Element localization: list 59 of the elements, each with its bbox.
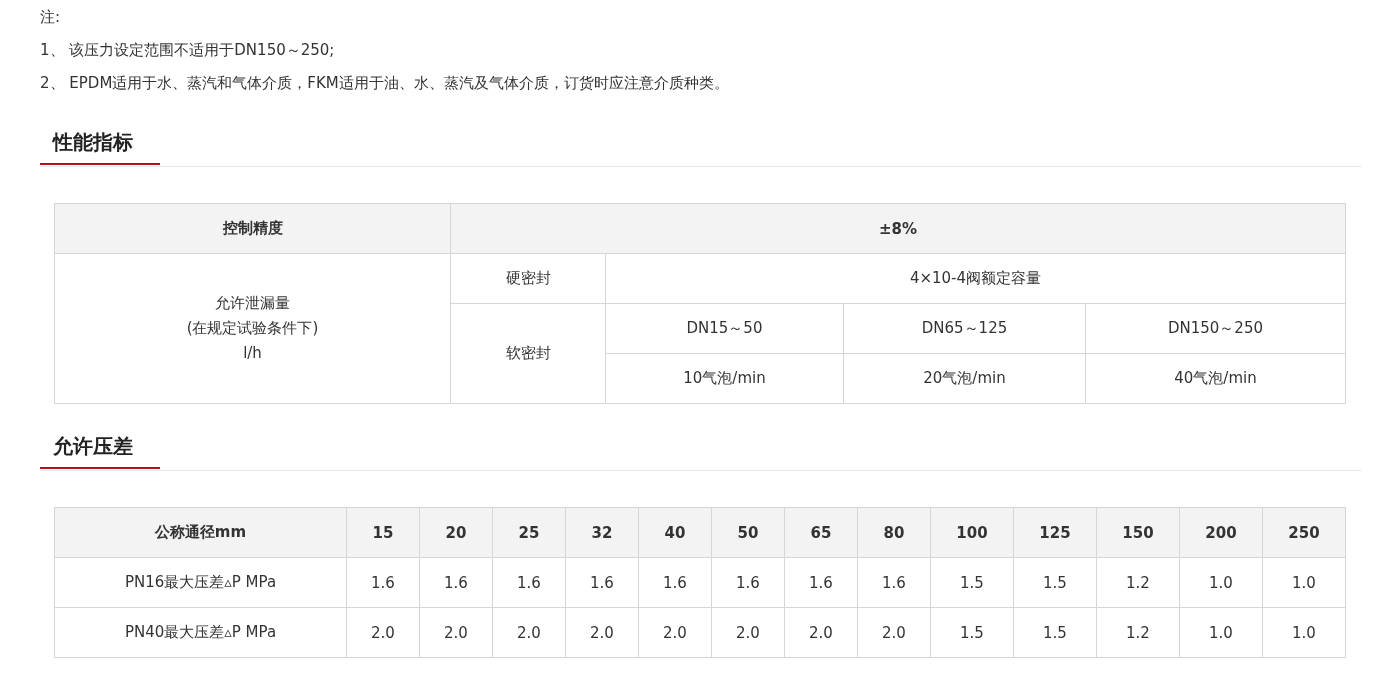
table-cell: DN65～125 <box>843 303 1086 354</box>
table-cell: 2.0 <box>419 607 493 658</box>
table-header-cell: 32 <box>565 507 639 558</box>
table-cell: 2.0 <box>711 607 785 658</box>
table-cell: 20气泡/min <box>843 353 1086 404</box>
table-header-cell: 40 <box>638 507 712 558</box>
table-header-cell: 125 <box>1013 507 1097 558</box>
section-title: 性能指标 <box>40 122 160 165</box>
table-header-cell: 80 <box>857 507 931 558</box>
table-cell: 2.0 <box>492 607 566 658</box>
table-cell: 10气泡/min <box>605 353 844 404</box>
table-cell: 2.0 <box>784 607 858 658</box>
table-cell: 硬密封 <box>450 253 606 304</box>
table-cell: 1.2 <box>1096 607 1180 658</box>
table-header-cell: ±8% <box>450 203 1346 254</box>
table-cell: 2.0 <box>638 607 712 658</box>
table-cell: 1.5 <box>1013 607 1097 658</box>
table-cell: 1.6 <box>346 557 420 608</box>
table-header-cell: 20 <box>419 507 493 558</box>
section-title: 允许压差 <box>40 426 160 469</box>
table-header-cell: 250 <box>1262 507 1346 558</box>
table-cell: 1.5 <box>930 557 1014 608</box>
table-header-cell: 150 <box>1096 507 1180 558</box>
table-cell: 2.0 <box>857 607 931 658</box>
table-header-cell: 200 <box>1179 507 1263 558</box>
table-header-cell: 15 <box>346 507 420 558</box>
table-cell: 1.0 <box>1179 607 1263 658</box>
table-cell: DN150～250 <box>1085 303 1346 354</box>
note-text: 2、 EPDM适用于水、蒸汽和气体介质，FKM适用于油、水、蒸汽及气体介质，订货时应注意介质种类。 <box>40 73 730 94</box>
table-cell: 1.2 <box>1096 557 1180 608</box>
table-cell: 2.0 <box>565 607 639 658</box>
table-cell: 40气泡/min <box>1085 353 1346 404</box>
table-cell: 1.6 <box>419 557 493 608</box>
table-cell: 2.0 <box>346 607 420 658</box>
table-cell: 1.6 <box>492 557 566 608</box>
table-cell: 1.6 <box>784 557 858 608</box>
table-cell: 1.5 <box>1013 557 1097 608</box>
note-text: 1、 该压力设定范围不适用于DN150～250; <box>40 40 336 61</box>
table-cell: 4×10-4阀额定容量 <box>605 253 1346 304</box>
table-cell: 1.5 <box>930 607 1014 658</box>
table-cell: 1.6 <box>565 557 639 608</box>
table-cell: 允许泄漏量 (在规定试验条件下) l/h <box>54 253 451 404</box>
table-header-cell: 控制精度 <box>54 203 451 254</box>
table-cell: DN15～50 <box>605 303 844 354</box>
table-cell: PN16最大压差▵P MPa <box>54 557 347 608</box>
table-cell: 1.0 <box>1262 607 1346 658</box>
table-cell: 1.6 <box>638 557 712 608</box>
table-cell: 1.0 <box>1179 557 1263 608</box>
table-cell: 软密封 <box>450 303 606 404</box>
table-header-cell: 公称通径mm <box>54 507 347 558</box>
table-cell: 1.0 <box>1262 557 1346 608</box>
table-cell: 1.6 <box>711 557 785 608</box>
table-cell: PN40最大压差▵P MPa <box>54 607 347 658</box>
table-header-cell: 100 <box>930 507 1014 558</box>
table-cell: 1.6 <box>857 557 931 608</box>
table-header-cell: 65 <box>784 507 858 558</box>
note-label: 注: <box>40 7 62 28</box>
table-header-cell: 50 <box>711 507 785 558</box>
table-header-cell: 25 <box>492 507 566 558</box>
